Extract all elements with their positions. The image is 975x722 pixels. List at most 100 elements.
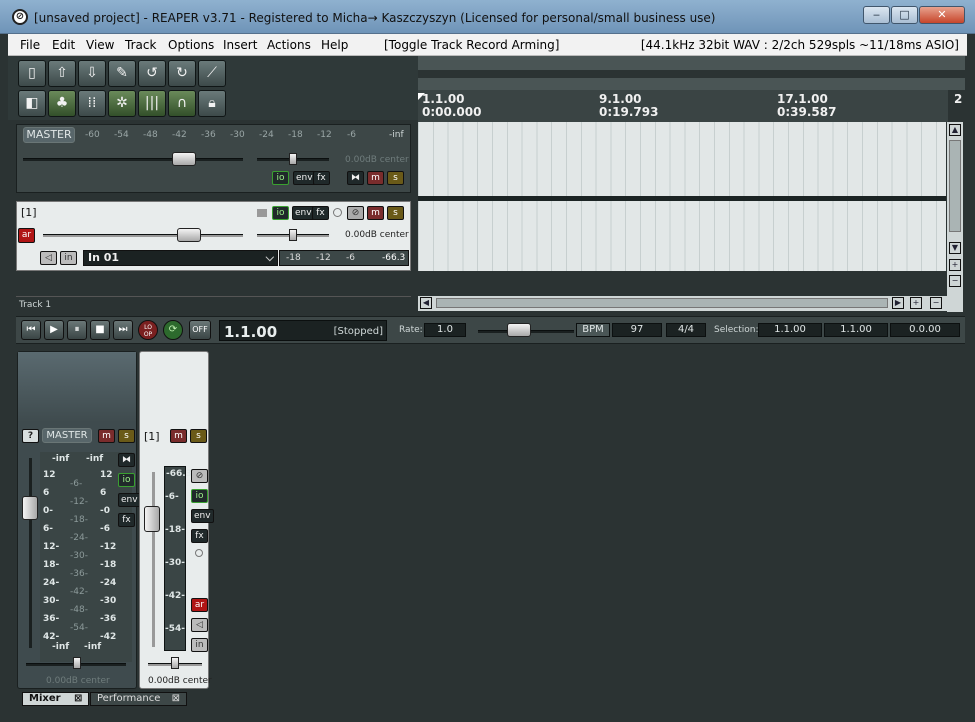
vertical-scroll-thumb[interactable] bbox=[949, 140, 961, 232]
master-label[interactable]: MASTER bbox=[23, 127, 75, 143]
mixer-track1-fader[interactable] bbox=[144, 506, 160, 532]
menu-file[interactable]: File bbox=[20, 38, 40, 52]
stop-icon[interactable]: ■ bbox=[90, 320, 110, 340]
scroll-left-icon[interactable]: ◀ bbox=[420, 297, 432, 309]
menu-view[interactable]: View bbox=[86, 38, 114, 52]
scroll-up-icon[interactable]: ▲ bbox=[949, 124, 961, 136]
go-to-start-icon[interactable]: ⏮ bbox=[21, 320, 41, 340]
scroll-down-icon[interactable]: ▼ bbox=[949, 242, 961, 254]
track1-pan-knob[interactable] bbox=[289, 229, 297, 241]
scroll-right-icon[interactable]: ▶ bbox=[892, 297, 904, 309]
master-mono-icon[interactable]: ⧓ bbox=[118, 453, 135, 467]
mixer-master-io[interactable]: io bbox=[118, 473, 135, 487]
track1-fx-button[interactable]: fx bbox=[312, 206, 329, 220]
position-display[interactable]: 1.1.00 [Stopped] bbox=[219, 320, 387, 341]
undo-icon[interactable]: ↺ bbox=[138, 60, 166, 87]
mixer-track1-solo[interactable]: s bbox=[190, 429, 207, 443]
mixer-track1-pan[interactable] bbox=[171, 657, 179, 669]
mixer-track1-arm[interactable]: ar bbox=[191, 598, 208, 612]
menu-edit[interactable]: Edit bbox=[52, 38, 75, 52]
track1-input-select[interactable]: In 01 ⌵ bbox=[83, 250, 278, 266]
mixer-master-mute[interactable]: m bbox=[98, 429, 115, 443]
master-pan-knob[interactable] bbox=[289, 153, 297, 165]
zoom-in-horizontal-icon[interactable]: + bbox=[910, 297, 922, 309]
vertical-scrollbar[interactable]: ▲ ▼ + − bbox=[947, 122, 963, 312]
close-button[interactable]: ✕ bbox=[919, 6, 965, 24]
track1-arm-button[interactable]: ar bbox=[18, 228, 35, 243]
menu-options[interactable]: Options bbox=[168, 38, 214, 52]
off-button[interactable]: OFF bbox=[189, 320, 211, 340]
bpm-label[interactable]: BPM bbox=[576, 323, 610, 337]
open-project-icon[interactable]: ⇧ bbox=[48, 60, 76, 87]
repeat-icon[interactable]: ⟳ bbox=[163, 320, 183, 340]
metronome-icon[interactable]: ⟋ bbox=[198, 60, 226, 87]
track1-mute-button[interactable]: m bbox=[367, 206, 384, 220]
grid-icon[interactable]: ♣ bbox=[48, 90, 76, 117]
rate-slider[interactable] bbox=[507, 323, 531, 337]
mixer-master-fx[interactable]: fx bbox=[118, 513, 135, 527]
close-icon[interactable]: ⊠ bbox=[74, 693, 82, 704]
audio-status[interactable]: [44.1kHz 32bit WAV : 2/2ch 529spls ~11/1… bbox=[641, 38, 959, 52]
selection-end[interactable]: 1.1.00 bbox=[824, 323, 888, 337]
close-icon[interactable]: ⊠ bbox=[172, 693, 180, 704]
menu-insert[interactable]: Insert bbox=[223, 38, 257, 52]
record-button[interactable]: LO OP bbox=[138, 320, 158, 340]
zoom-in-vertical-icon[interactable]: + bbox=[949, 259, 961, 271]
ripple-edit-icon[interactable]: ✲ bbox=[108, 90, 136, 117]
zoom-out-horizontal-icon[interactable]: − bbox=[930, 297, 942, 309]
mixer-master-env[interactable]: env bbox=[118, 493, 141, 507]
master-io-button[interactable]: io bbox=[272, 171, 289, 185]
master-solo-button[interactable]: s bbox=[387, 171, 404, 185]
master-fx-button[interactable]: fx bbox=[313, 171, 330, 185]
track1-io-button[interactable]: io bbox=[272, 206, 289, 220]
rate-value[interactable]: 1.0 bbox=[424, 323, 466, 337]
track-grouping-icon[interactable]: ||| bbox=[138, 90, 166, 117]
master-lane[interactable] bbox=[418, 122, 946, 196]
new-project-icon[interactable]: ▯ bbox=[18, 60, 46, 87]
settings-icon[interactable]: ✎ bbox=[108, 60, 136, 87]
monitor-icon[interactable]: ◁ bbox=[191, 618, 208, 632]
fx-bypass-icon[interactable] bbox=[195, 549, 203, 557]
mixer-track1-io[interactable]: io bbox=[191, 489, 208, 503]
time-signature[interactable]: 4/4 bbox=[666, 323, 706, 337]
horizontal-scroll-thumb[interactable] bbox=[436, 298, 888, 308]
phase-icon[interactable]: ⊘ bbox=[347, 206, 364, 220]
master-mute-button[interactable]: m bbox=[367, 171, 384, 185]
track1-in-button[interactable]: in bbox=[60, 251, 77, 265]
phase-icon[interactable]: ⊘ bbox=[191, 469, 208, 483]
mixer-master-fader[interactable] bbox=[22, 496, 38, 520]
menu-help[interactable]: Help bbox=[321, 38, 348, 52]
mixer-track1-in[interactable]: in bbox=[191, 638, 208, 652]
selection-length[interactable]: 0.0.00 bbox=[890, 323, 960, 337]
mixer-track1-env[interactable]: env bbox=[191, 509, 214, 523]
track1-lane[interactable] bbox=[418, 201, 946, 271]
mixer-master-pan[interactable] bbox=[73, 657, 81, 669]
folder-icon[interactable] bbox=[257, 209, 267, 217]
help-icon[interactable]: ? bbox=[22, 429, 39, 443]
selection-start[interactable]: 1.1.00 bbox=[758, 323, 822, 337]
maximize-button[interactable]: □ bbox=[891, 6, 918, 24]
go-to-end-icon[interactable]: ⏭ bbox=[113, 320, 133, 340]
track1-solo-button[interactable]: s bbox=[387, 206, 404, 220]
mixer-master-solo[interactable]: s bbox=[118, 429, 135, 443]
crossfade-icon[interactable]: ∩ bbox=[168, 90, 196, 117]
lock-icon[interactable]: 🔒︎ bbox=[198, 90, 226, 117]
menu-actions[interactable]: Actions bbox=[267, 38, 311, 52]
tab-performance[interactable]: Performance ⊠ bbox=[90, 692, 187, 706]
fx-bypass-icon[interactable] bbox=[333, 208, 342, 217]
mixer-track1-fx[interactable]: fx bbox=[191, 529, 208, 543]
play-icon[interactable]: ▶ bbox=[44, 320, 64, 340]
bpm-value[interactable]: 97 bbox=[612, 323, 662, 337]
track1-monitor-icon[interactable]: ◁ bbox=[40, 251, 57, 265]
zoom-out-vertical-icon[interactable]: − bbox=[949, 275, 961, 287]
snap-icon[interactable]: ⁞⁞ bbox=[78, 90, 106, 117]
tab-mixer[interactable]: Mixer ⊠ bbox=[22, 692, 90, 706]
render-icon[interactable]: ◧ bbox=[18, 90, 46, 117]
mixer-master-label[interactable]: MASTER bbox=[42, 428, 92, 443]
redo-icon[interactable]: ↻ bbox=[168, 60, 196, 87]
track1-volume-fader[interactable] bbox=[177, 228, 201, 242]
menu-track[interactable]: Track bbox=[125, 38, 156, 52]
mixer-track1-mute[interactable]: m bbox=[170, 429, 187, 443]
horizontal-scrollbar[interactable]: ◀ ▶ + − bbox=[418, 296, 948, 311]
minimize-button[interactable]: ‒ bbox=[863, 6, 890, 24]
